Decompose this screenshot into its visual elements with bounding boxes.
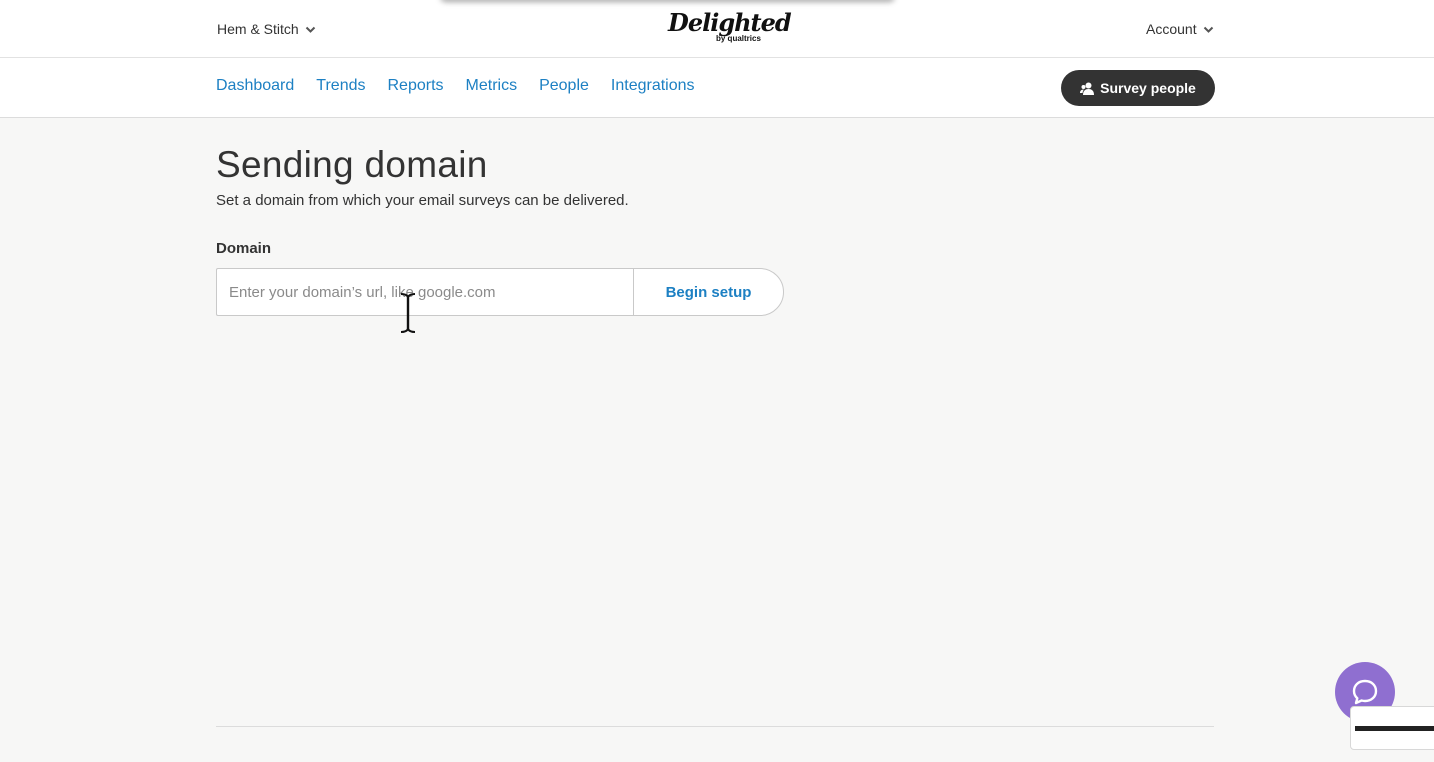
begin-setup-button[interactable]: Begin setup (633, 268, 784, 316)
nav-people[interactable]: People (539, 77, 589, 95)
chat-bubble-icon (1352, 679, 1378, 705)
domain-input[interactable] (216, 268, 633, 316)
account-label: Account (1146, 21, 1197, 37)
survey-people-label: Survey people (1100, 80, 1196, 96)
footer-divider (216, 726, 1214, 727)
nav-dashboard[interactable]: Dashboard (216, 77, 294, 95)
page-subtitle: Set a domain from which your email surve… (216, 192, 629, 209)
chevron-down-icon (1203, 26, 1213, 33)
thumbnail-preview (1355, 726, 1434, 731)
people-icon (1080, 82, 1095, 95)
domain-form: Begin setup (216, 268, 784, 316)
nav-links: Dashboard Trends Reports Metrics People … (216, 77, 717, 95)
screen-recording-thumbnail[interactable] (1350, 706, 1434, 750)
org-switcher[interactable]: Hem & Stitch (217, 19, 316, 39)
logo-wordmark: Delighted (668, 8, 792, 37)
text-cursor-icon (400, 293, 416, 333)
main-nav: Dashboard Trends Reports Metrics People … (0, 58, 1434, 118)
survey-people-button[interactable]: Survey people (1061, 70, 1215, 106)
org-name: Hem & Stitch (217, 21, 299, 37)
top-header: Hem & Stitch Delighted by qualtrics Acco… (0, 0, 1434, 58)
nav-trends[interactable]: Trends (316, 77, 365, 95)
nav-integrations[interactable]: Integrations (611, 77, 695, 95)
delighted-logo[interactable]: Delighted by qualtrics (664, 8, 792, 48)
nav-reports[interactable]: Reports (387, 77, 443, 95)
account-menu[interactable]: Account (1146, 19, 1214, 39)
chevron-down-icon (305, 26, 315, 33)
nav-metrics[interactable]: Metrics (466, 77, 518, 95)
domain-label: Domain (216, 240, 272, 257)
logo-subtext: by qualtrics (716, 34, 761, 43)
page-title: Sending domain (216, 144, 488, 185)
